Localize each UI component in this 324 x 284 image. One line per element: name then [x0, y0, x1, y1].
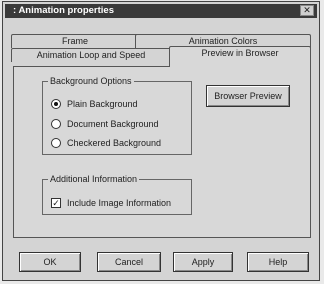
tab-panel-preview-in-browser: Background Options Plain Background Docu… [13, 66, 311, 238]
include-image-information-checkbox[interactable]: ✓ [51, 198, 61, 208]
document-background-label[interactable]: Document Background [67, 119, 159, 129]
window-title: : Animation properties [13, 5, 114, 16]
background-options-legend: Background Options [48, 76, 134, 86]
tab-animation-loop-and-speed[interactable]: Animation Loop and Speed [11, 48, 171, 62]
animation-properties-dialog: : Animation properties ✕ Frame Animation… [2, 1, 320, 281]
document-background-radio[interactable] [51, 119, 61, 129]
ok-button[interactable]: OK [19, 252, 81, 272]
additional-information-group: Additional Information ✓ Include Image I… [42, 174, 192, 215]
close-icon[interactable]: ✕ [300, 5, 314, 16]
checkered-background-label[interactable]: Checkered Background [67, 138, 161, 148]
plain-background-label[interactable]: Plain Background [67, 99, 138, 109]
help-button[interactable]: Help [247, 252, 309, 272]
apply-button[interactable]: Apply [173, 252, 233, 272]
include-image-information-label[interactable]: Include Image Information [67, 198, 171, 208]
plain-background-radio[interactable] [51, 99, 61, 109]
checkered-background-radio[interactable] [51, 138, 61, 148]
tab-frame[interactable]: Frame [11, 34, 139, 48]
title-bar: : Animation properties ✕ [5, 4, 317, 18]
browser-preview-button[interactable]: Browser Preview [206, 85, 290, 107]
background-options-group: Background Options Plain Background Docu… [42, 76, 192, 155]
tab-preview-in-browser[interactable]: Preview in Browser [169, 46, 311, 67]
additional-information-legend: Additional Information [48, 174, 140, 184]
cancel-button[interactable]: Cancel [97, 252, 161, 272]
